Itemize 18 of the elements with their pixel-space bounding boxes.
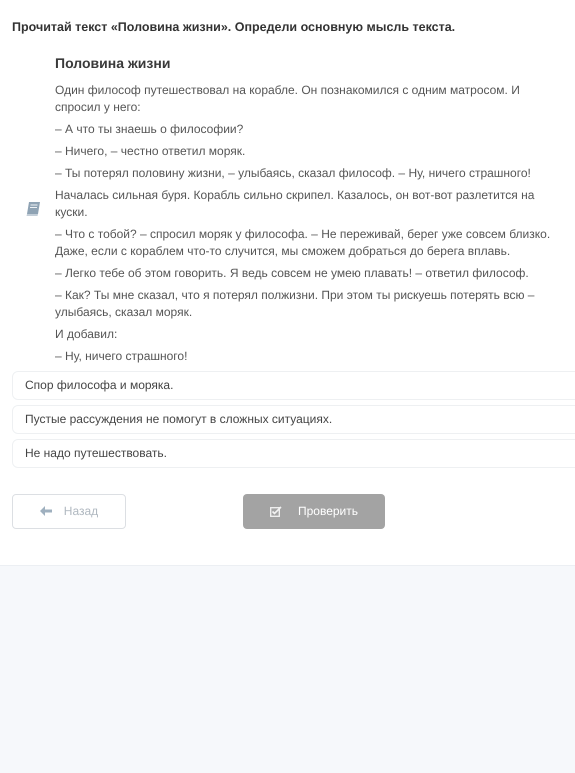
- paragraph: – А что ты знаешь о философии?: [55, 120, 244, 138]
- paragraph: – Ничего, – честно ответил моряк.: [55, 142, 246, 160]
- paragraph: – Ты потерял половину жизни, – улыбаясь, сказал философ. – Ну, ничего страшного!: [55, 164, 532, 182]
- question-text: Прочитай текст «Половина жизни». Определи основную мысль текста.: [11, 19, 456, 36]
- paragraph: – Легко тебе об этом говорить. Я ведь совсем не умею плавать! – ответил философ.: [55, 264, 530, 282]
- arrow-left-icon: [40, 506, 52, 516]
- paragraph: И добавил:: [55, 326, 118, 343]
- paragraph: – Ну, ничего страшного!: [55, 348, 188, 365]
- paragraph: Один философ путешествовал на корабле. Он познакомился с одним матросом. И спросил у него:: [55, 82, 521, 116]
- paragraph: – Как? Ты мне сказал, что я потерял полжизни. При этом ты рискуешь потерять всю – улыбаясь, сказал моряк.: [55, 286, 536, 321]
- paragraph: Началась сильная буря. Корабль сильно скрипел. Казалось, он вот-вот разлетится на куски.: [55, 186, 536, 221]
- checkbox-icon: [270, 506, 282, 517]
- answer-option[interactable]: Пустые рассуждения не помогут в сложных ситуациях.: [12, 404, 575, 434]
- book-icon: [25, 200, 42, 217]
- text-title: Половина жизни: [55, 54, 172, 73]
- paragraph: – Что с тобой? – спросил моряк у философа. – Не переживай, берег уже совсем близко. Даже, если с кораблем что-то случится, мы сможем добраться до берега вплавь.: [55, 226, 552, 260]
- answer-option[interactable]: Не надо путешествовать.: [12, 438, 575, 468]
- answer-option[interactable]: Спор философа и моряка.: [12, 370, 575, 400]
